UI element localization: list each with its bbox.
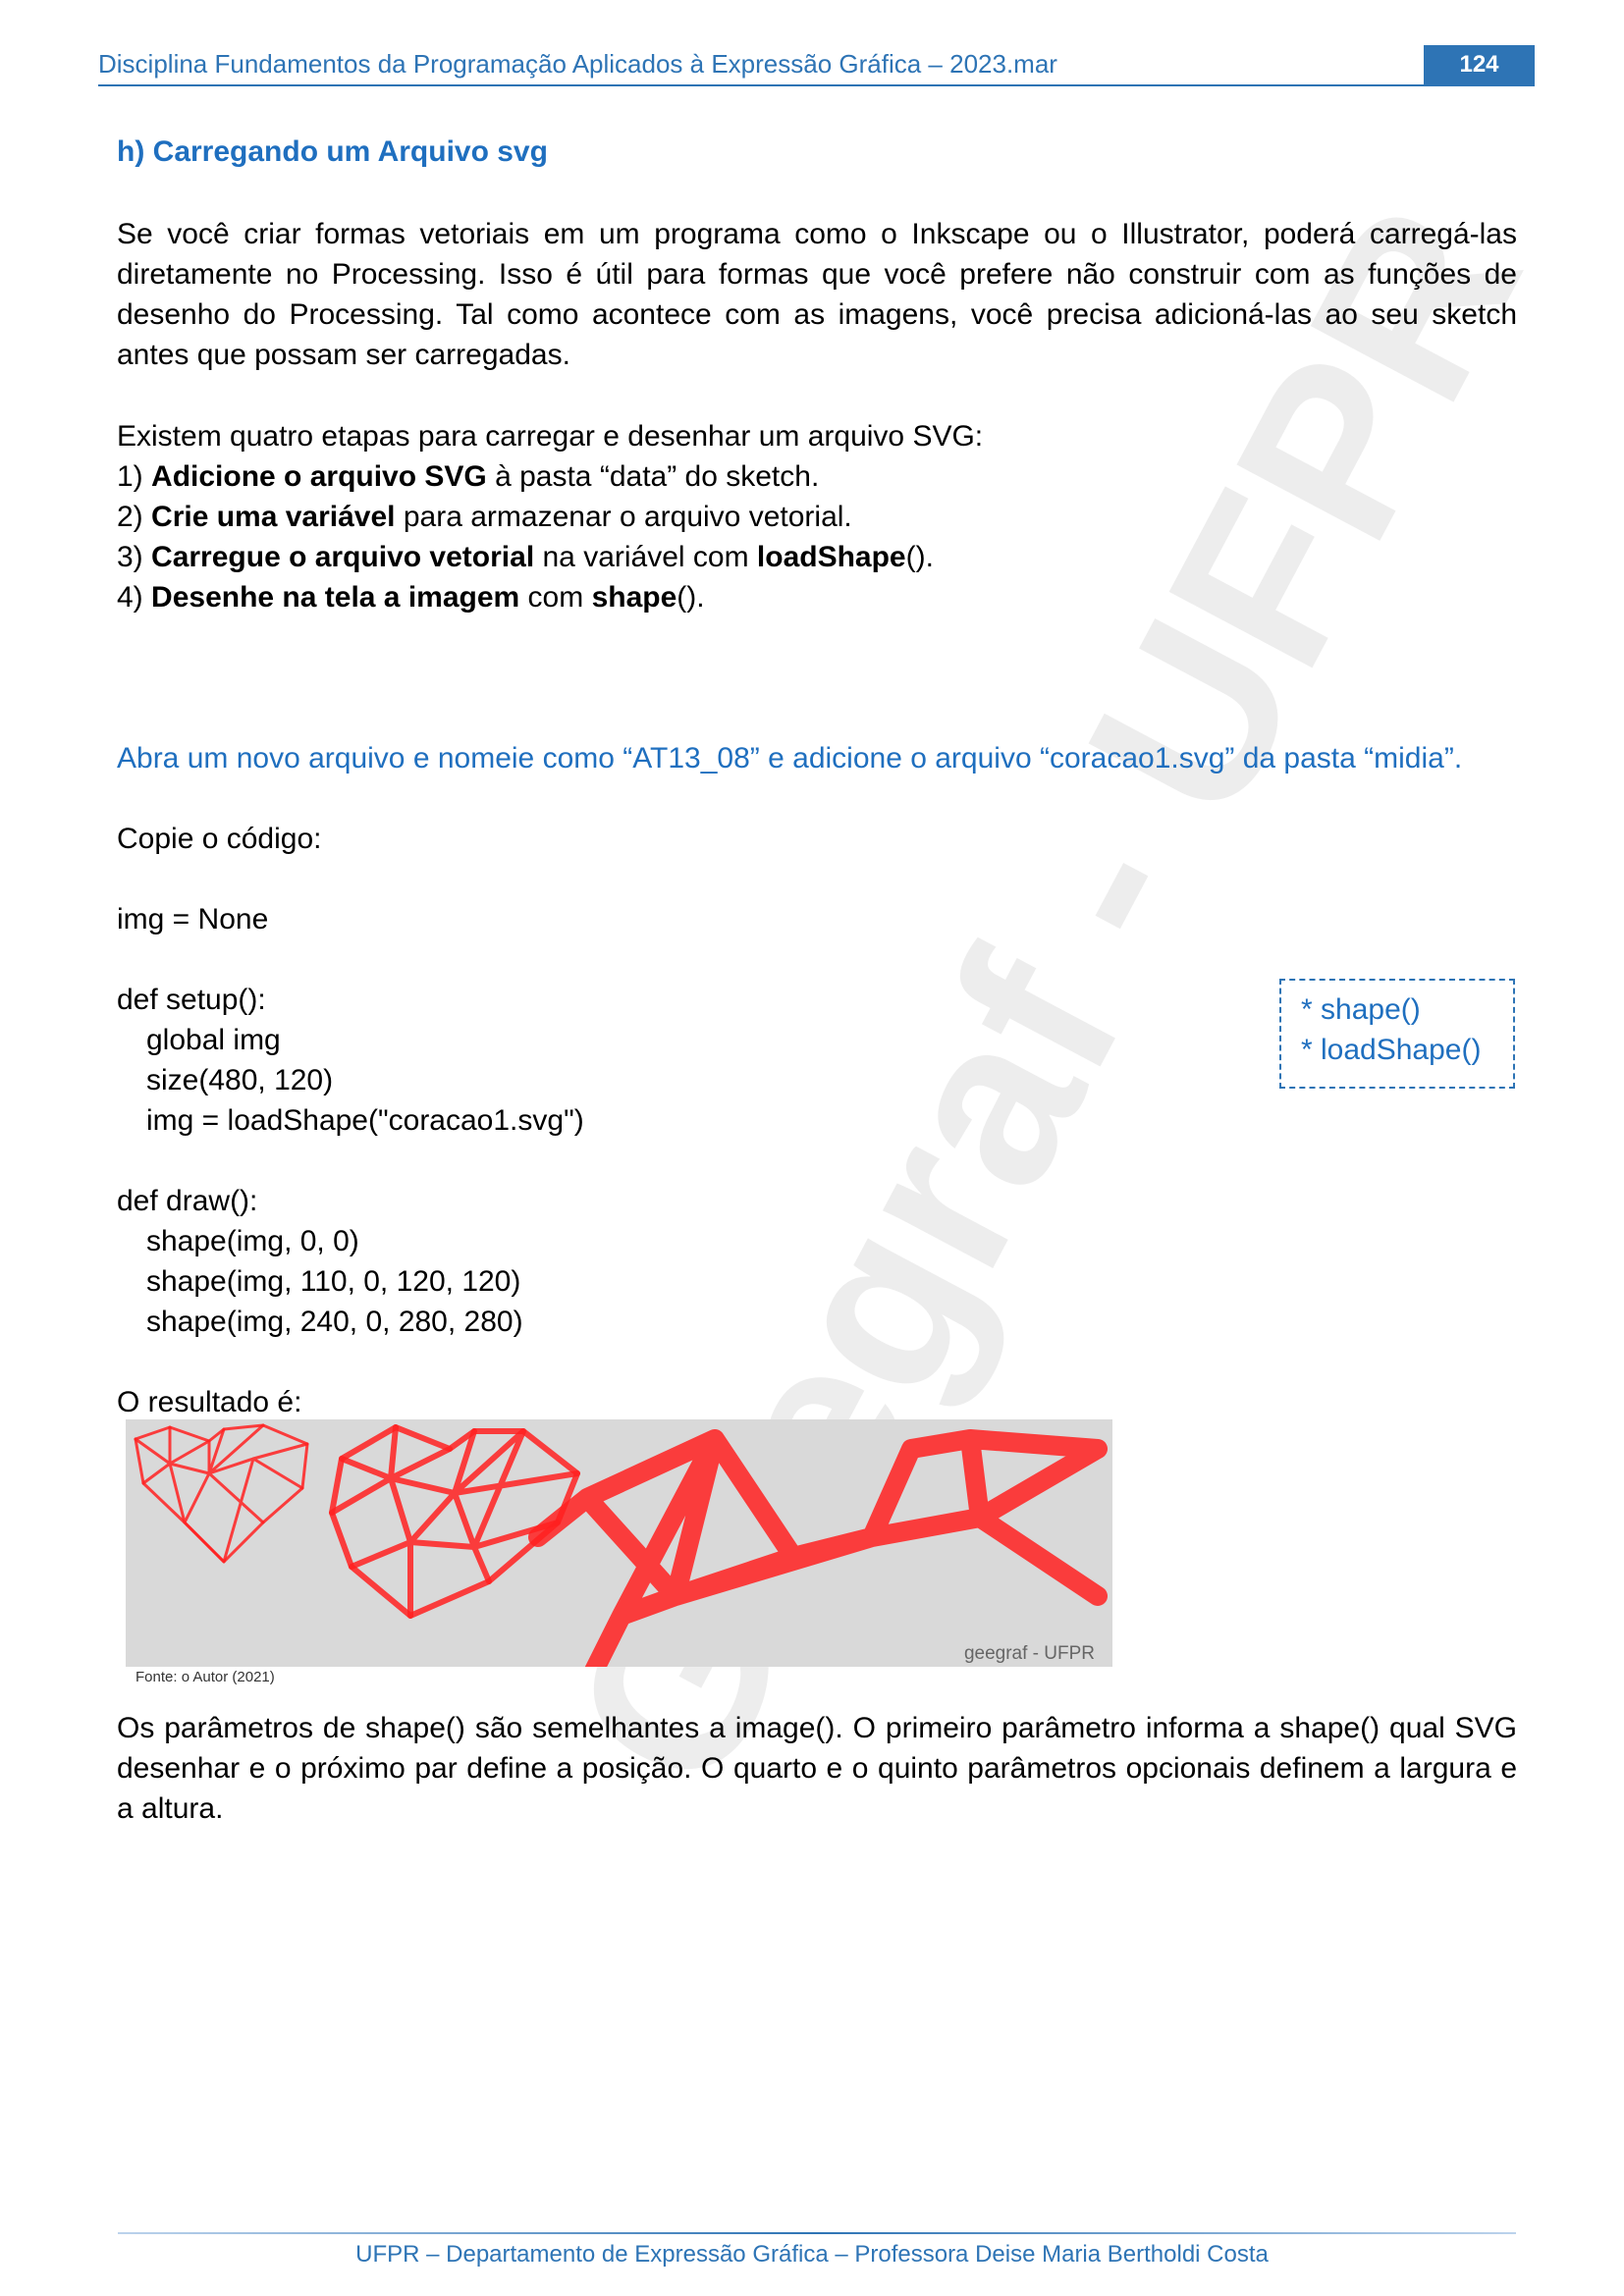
header-title: Disciplina Fundamentos da Programação Ap… xyxy=(98,49,1057,79)
section-heading: h) Carregando um Arquivo svg xyxy=(117,135,548,168)
step-number: 1) xyxy=(117,460,143,493)
large-heart xyxy=(528,1429,1108,1667)
step-text: para armazenar o arquivo vetorial. xyxy=(395,501,852,533)
step-4: 4) Desenhe na tela a imagem com shape(). xyxy=(117,577,705,617)
steps-intro: Existem quatro etapas para carregar e de… xyxy=(117,420,984,453)
page-number: 124 xyxy=(1424,45,1535,84)
page-header: Disciplina Fundamentos da Programação Ap… xyxy=(98,45,1535,86)
code-line: global img xyxy=(146,1024,281,1056)
step-number: 3) xyxy=(117,541,143,573)
code-line: size(480, 120) xyxy=(146,1064,334,1096)
code-line: def setup(): xyxy=(117,984,266,1016)
code-line: img = None xyxy=(117,903,269,935)
step-bold: Crie uma variável xyxy=(151,501,396,533)
step-function: loadShape xyxy=(756,541,906,573)
step-number: 4) xyxy=(117,581,143,614)
small-heart xyxy=(134,1423,309,1564)
step-bold: Adicione o arquivo SVG xyxy=(151,460,487,493)
result-figure: geegraf - UFPR xyxy=(126,1419,1112,1667)
intro-paragraph: Se você criar formas vetoriais em um pro… xyxy=(117,218,1517,371)
step-text-end: (). xyxy=(677,581,705,614)
step-bold: Carregue o arquivo vetorial xyxy=(151,541,535,573)
page-footer: UFPR – Departamento de Expressão Gráfica… xyxy=(355,2241,1269,2268)
hearts-illustration xyxy=(134,1423,1108,1667)
step-1: 1) Adicione o arquivo SVG à pasta “data”… xyxy=(117,456,819,497)
code-line: shape(img, 110, 0, 120, 120) xyxy=(146,1265,521,1298)
code-line: shape(img, 240, 0, 280, 280) xyxy=(146,1306,523,1338)
code-line: img = loadShape("coracao1.svg") xyxy=(146,1104,584,1137)
step-text-end: (). xyxy=(905,541,934,573)
explanation-paragraph: Os parâmetros de shape() são semelhantes… xyxy=(117,1712,1517,1825)
note-item: * loadShape() xyxy=(1301,1034,1482,1066)
figure-caption: Fonte: o Autor (2021) xyxy=(135,1669,275,1685)
note-item: * shape() xyxy=(1301,993,1421,1026)
result-label: O resultado é: xyxy=(117,1386,302,1418)
footer-divider xyxy=(118,2232,1516,2234)
copy-label: Copie o código: xyxy=(117,823,322,855)
step-bold: Desenhe na tela a imagem xyxy=(151,581,520,614)
step-text: na variável com xyxy=(534,541,757,573)
functions-note-box: * shape() * loadShape() xyxy=(1279,979,1515,1089)
figure-watermark: geegraf - UFPR xyxy=(963,1643,1095,1664)
step-2: 2) Crie uma variável para armazenar o ar… xyxy=(117,497,852,537)
instruction-text: Abra um novo arquivo e nomeie como “AT13… xyxy=(117,742,1463,774)
step-3: 3) Carregue o arquivo vetorial na variáv… xyxy=(117,537,934,577)
medium-heart xyxy=(329,1424,580,1619)
step-number: 2) xyxy=(117,501,143,533)
step-text: à pasta “data” do sketch. xyxy=(486,460,820,493)
step-text: com xyxy=(519,581,592,614)
code-line: def draw(): xyxy=(117,1185,258,1217)
step-function: shape xyxy=(591,581,677,614)
code-line: shape(img, 0, 0) xyxy=(146,1225,359,1257)
